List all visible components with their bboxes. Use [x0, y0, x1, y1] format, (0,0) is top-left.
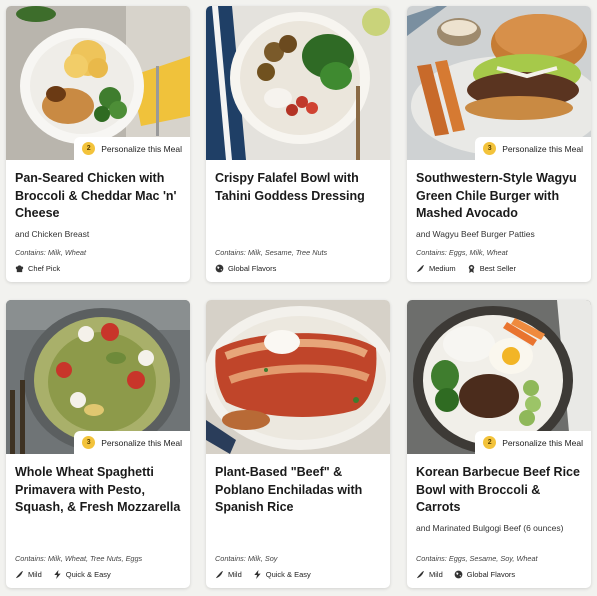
pepper-icon — [15, 570, 24, 579]
meal-photo[interactable]: 3 Personalize this Meal — [6, 300, 190, 454]
tag-label: Medium — [429, 264, 456, 273]
tag-label: Mild — [228, 570, 242, 579]
tag-spice-level: Mild — [416, 570, 443, 579]
falafel-bowl-photo — [206, 6, 390, 160]
tag-label: Best Seller — [479, 264, 516, 273]
allergen-contains: Contains: Eggs, Sesame, Soy, Wheat — [416, 554, 538, 563]
meal-title[interactable]: Whole Wheat Spaghetti Primavera with Pes… — [15, 464, 182, 517]
tag-spice-level: Mild — [215, 570, 242, 579]
meal-title[interactable]: Southwestern-Style Wagyu Green Chile Bur… — [416, 170, 583, 223]
meal-tags: Chef Pick — [15, 264, 184, 273]
pepper-icon — [416, 264, 425, 273]
meal-photo[interactable]: 3 Personalize this Meal — [407, 6, 591, 160]
tag-label: Quick & Easy — [65, 570, 111, 579]
personalize-button[interactable]: 3 Personalize this Meal — [74, 431, 190, 454]
personalize-label: Personalize this Meal — [101, 143, 182, 154]
globe-icon — [454, 570, 463, 579]
enchiladas-photo — [206, 300, 390, 454]
allergen-contains: Contains: Milk, Soy — [215, 554, 278, 563]
meal-subtitle: and Chicken Breast — [15, 228, 90, 239]
personalize-label: Personalize this Meal — [101, 437, 182, 448]
lightning-icon — [54, 570, 61, 579]
globe-icon — [215, 264, 224, 273]
personalize-button[interactable]: 2 Personalize this Meal — [475, 431, 591, 454]
tag-quick-easy: Quick & Easy — [53, 570, 111, 579]
meal-photo[interactable] — [206, 300, 390, 454]
meal-title[interactable]: Plant-Based "Beef" & Poblano Enchiladas … — [215, 464, 382, 517]
personalize-button[interactable]: 3 Personalize this Meal — [475, 137, 591, 160]
meal-title[interactable]: Pan-Seared Chicken with Broccoli & Chedd… — [15, 170, 182, 223]
meal-photo[interactable] — [206, 6, 390, 160]
allergen-contains: Contains: Milk, Wheat, Tree Nuts, Eggs — [15, 554, 143, 563]
allergen-contains: Contains: Eggs, Milk, Wheat — [416, 248, 508, 257]
personalize-label: Personalize this Meal — [502, 437, 583, 448]
meal-card[interactable]: Plant-Based "Beef" & Poblano Enchiladas … — [206, 300, 390, 588]
tag-global-flavors: Global Flavors — [215, 264, 276, 273]
lightning-icon — [254, 570, 261, 579]
meal-tags: Mild Quick & Easy — [15, 570, 184, 579]
chef-hat-icon — [15, 265, 24, 273]
meal-card[interactable]: 2 Personalize this Meal Korean Barbecue … — [407, 300, 591, 588]
personalize-count-badge: 2 — [483, 436, 497, 449]
meal-tags: Global Flavors — [215, 264, 384, 273]
tag-label: Mild — [28, 570, 42, 579]
allergen-contains: Contains: Milk, Wheat — [15, 248, 86, 257]
tag-label: Chef Pick — [28, 264, 61, 273]
personalize-count-badge: 3 — [82, 436, 96, 449]
tag-global-flavors: Global Flavors — [454, 570, 515, 579]
tag-spice-level: Mild — [15, 570, 42, 579]
pepper-icon — [416, 570, 425, 579]
tag-chef-pick: Chef Pick — [15, 264, 60, 273]
meal-title[interactable]: Crispy Falafel Bowl with Tahini Goddess … — [215, 170, 382, 205]
meal-tags: Mild Quick & Easy — [215, 570, 384, 579]
tag-spice-level: Medium — [416, 264, 456, 273]
meal-card[interactable]: 2 Personalize this Meal Pan-Seared Chick… — [6, 6, 190, 282]
ribbon-icon — [468, 264, 474, 273]
meal-tags: Mild Global Flavors — [416, 570, 585, 579]
meal-title[interactable]: Korean Barbecue Beef Rice Bowl with Broc… — [416, 464, 583, 517]
meal-photo[interactable]: 2 Personalize this Meal — [407, 300, 591, 454]
tag-label: Global Flavors — [466, 570, 516, 579]
tag-best-seller: Best Seller — [467, 264, 516, 273]
personalize-count-badge: 3 — [483, 142, 497, 155]
meal-subtitle: and Wagyu Beef Burger Patties — [416, 228, 535, 239]
meal-card[interactable]: 3 Personalize this Meal Southwestern-Sty… — [407, 6, 591, 282]
meal-card[interactable]: 3 Personalize this Meal Whole Wheat Spag… — [6, 300, 190, 588]
tag-quick-easy: Quick & Easy — [253, 570, 311, 579]
pepper-icon — [215, 570, 224, 579]
personalize-button[interactable]: 2 Personalize this Meal — [74, 137, 190, 160]
tag-label: Quick & Easy — [265, 570, 311, 579]
personalize-count-badge: 2 — [82, 142, 96, 155]
allergen-contains: Contains: Milk, Sesame, Tree Nuts — [215, 248, 328, 257]
meal-tags: Medium Best Seller — [416, 264, 585, 273]
meal-card[interactable]: Crispy Falafel Bowl with Tahini Goddess … — [206, 6, 390, 282]
meal-subtitle: and Marinated Bulgogi Beef (6 ounces) — [416, 522, 564, 533]
personalize-label: Personalize this Meal — [502, 143, 583, 154]
meal-photo[interactable]: 2 Personalize this Meal — [6, 6, 190, 160]
tag-label: Mild — [429, 570, 443, 579]
tag-label: Global Flavors — [228, 264, 277, 273]
